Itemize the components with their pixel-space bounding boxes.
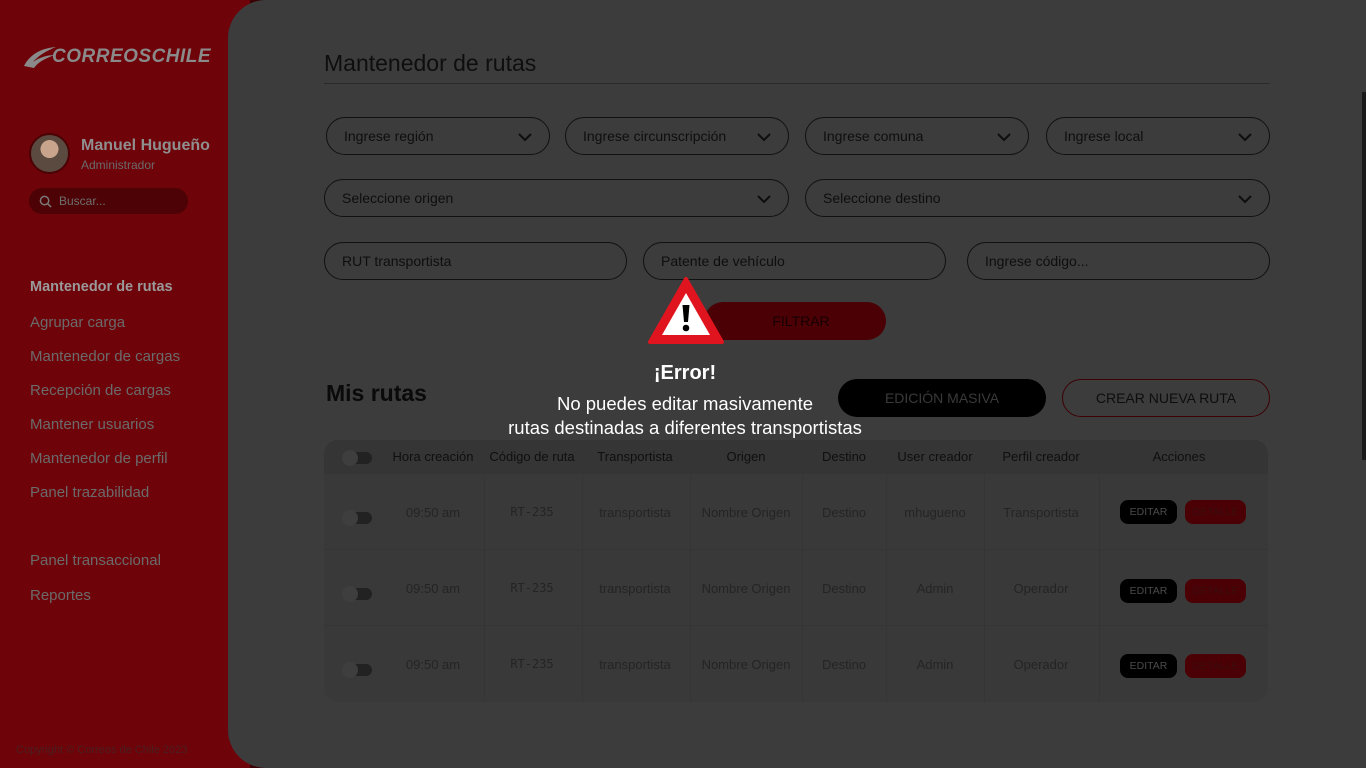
cell-perfil: Operador (1013, 580, 1069, 596)
patente-placeholder: Patente de vehículo (661, 253, 785, 269)
cell-codigo: RT-235 (510, 505, 554, 519)
copyright: Copyright © Correos de Chile 2023 (16, 744, 188, 756)
col-acciones: Acciones (1152, 449, 1206, 464)
local-select-label: Ingrese local (1064, 128, 1144, 144)
region-select-label: Ingrese región (344, 128, 434, 144)
edit-button[interactable]: EDITAR (1120, 654, 1177, 678)
table-header: Hora creación Código de ruta Transportis… (324, 440, 1268, 473)
routes-table: Hora creación Código de ruta Transportis… (324, 440, 1268, 702)
warning-icon (648, 277, 724, 344)
local-select[interactable]: Ingrese local (1046, 117, 1270, 155)
user-role: Administrador (81, 158, 156, 172)
chevron-down-icon (997, 133, 1011, 142)
cell-transportista: transportista (599, 580, 671, 596)
cell-codigo: RT-235 (510, 581, 554, 595)
sidebar-item-mantenedor-perfil[interactable]: Mantenedor de perfil (30, 450, 168, 467)
row-select-toggle[interactable] (342, 662, 372, 678)
cell-perfil: Operador (1013, 656, 1069, 672)
col-destino: Destino (821, 449, 867, 464)
error-message-line: rutas destinadas a diferentes transporti… (508, 417, 862, 438)
detail-button[interactable]: DETALLE (1185, 579, 1246, 603)
cell-origen: Nombre Origen (701, 504, 791, 520)
table-row: 09:50 am RT-235 transportista Nombre Ori… (324, 473, 1268, 549)
divider (324, 83, 1270, 84)
circunscripcion-select[interactable]: Ingrese circunscripción (565, 117, 789, 155)
col-user-creador: User creador (897, 449, 973, 464)
cell-perfil: Transportista (1003, 504, 1079, 520)
row-select-toggle[interactable] (342, 510, 372, 526)
sidebar-item-panel-transaccional[interactable]: Panel transaccional (30, 552, 161, 569)
circunscripcion-select-label: Ingrese circunscripción (583, 128, 727, 144)
filter-button[interactable]: FILTRAR (704, 302, 886, 340)
cell-origen: Nombre Origen (701, 656, 791, 672)
cell-codigo: RT-235 (510, 657, 554, 671)
detail-button[interactable]: DETALLE (1185, 500, 1246, 524)
error-message-line: No puedes editar masivamente (556, 393, 814, 414)
logo-text: CORREOSCHILE (52, 46, 212, 67)
origen-select[interactable]: Seleccione origen (324, 179, 789, 217)
codigo-placeholder: Ingrese código... (985, 253, 1089, 269)
destino-select-label: Seleccione destino (823, 190, 941, 206)
edit-button[interactable]: EDITAR (1120, 579, 1177, 603)
table-row: 09:50 am RT-235 transportista Nombre Ori… (324, 549, 1268, 625)
chevron-down-icon (757, 195, 771, 204)
page-title: Mantenedor de rutas (324, 50, 537, 76)
origen-select-label: Seleccione origen (342, 190, 454, 206)
row-select-toggle[interactable] (342, 586, 372, 602)
chevron-down-icon (1238, 195, 1252, 204)
chevron-down-icon (1238, 133, 1252, 142)
col-perfil-creador: Perfil creador (1002, 449, 1080, 464)
cell-user: Admin (916, 656, 954, 672)
user-name: Manuel Hugueño (81, 137, 210, 154)
cell-origen: Nombre Origen (701, 580, 791, 596)
cell-hora: 09:50 am (405, 656, 461, 672)
chevron-down-icon (757, 133, 771, 142)
cell-transportista: transportista (599, 504, 671, 520)
cell-hora: 09:50 am (405, 580, 461, 596)
rut-placeholder: RUT transportista (342, 253, 452, 269)
table-row: 09:50 am RT-235 transportista Nombre Ori… (324, 625, 1268, 701)
destino-select[interactable]: Seleccione destino (805, 179, 1270, 217)
cell-hora: 09:50 am (405, 504, 461, 520)
correoschile-logo[interactable]: CORREOSCHILE (22, 44, 211, 70)
sidebar-item-agrupar-carga[interactable]: Agrupar carga (30, 314, 125, 331)
region-select[interactable]: Ingrese región (326, 117, 550, 155)
cell-user: mhugueno (904, 504, 966, 520)
comuna-select[interactable]: Ingrese comuna (805, 117, 1029, 155)
detail-button[interactable]: DETALLE (1185, 654, 1246, 678)
cell-destino: Destino (821, 504, 867, 520)
col-transportista: Transportista (597, 449, 673, 464)
search-input[interactable]: Buscar... (29, 188, 188, 214)
cell-destino: Destino (821, 656, 867, 672)
patente-input[interactable]: Patente de vehículo (643, 242, 946, 280)
codigo-input[interactable]: Ingrese código... (967, 242, 1270, 280)
sidebar-item-panel-trazabilidad[interactable]: Panel trazabilidad (30, 484, 149, 501)
error-message: No puedes editar masivamente rutas desti… (0, 392, 1366, 440)
col-hora-creacion: Hora creación (392, 449, 474, 464)
rut-transportista-input[interactable]: RUT transportista (324, 242, 627, 280)
chevron-down-icon (518, 133, 532, 142)
error-title: ¡Error! (653, 362, 717, 384)
avatar[interactable] (29, 133, 70, 174)
search-icon (39, 195, 52, 208)
col-codigo-ruta: Código de ruta (489, 449, 575, 464)
col-origen: Origen (726, 449, 766, 464)
sidebar-item-mantenedor-rutas[interactable]: Mantenedor de rutas (30, 279, 173, 295)
cell-user: Admin (916, 580, 954, 596)
edit-button[interactable]: EDITAR (1120, 500, 1177, 524)
cell-transportista: transportista (599, 656, 671, 672)
comuna-select-label: Ingrese comuna (823, 128, 924, 144)
cell-destino: Destino (821, 580, 867, 596)
search-placeholder: Buscar... (59, 194, 106, 208)
sidebar-item-reportes[interactable]: Reportes (30, 587, 91, 604)
select-all-toggle[interactable] (342, 450, 372, 466)
